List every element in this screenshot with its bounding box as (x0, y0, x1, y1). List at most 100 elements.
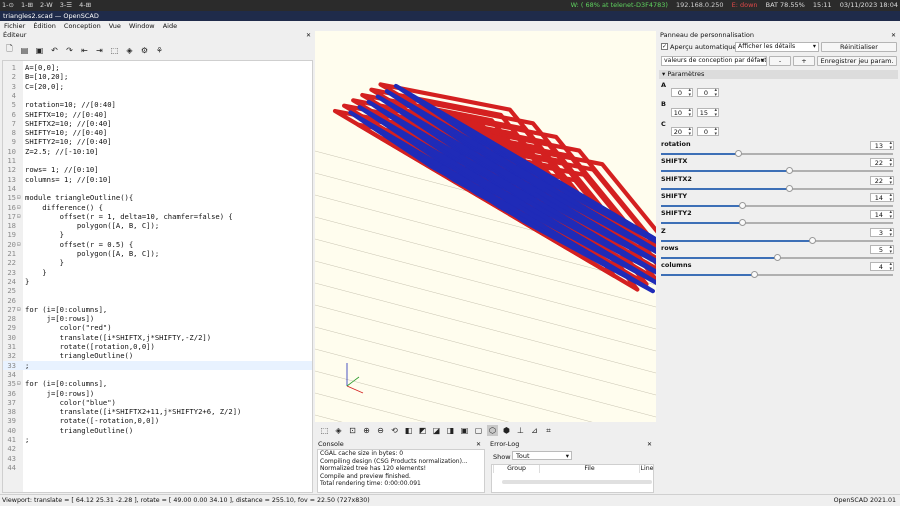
code-line[interactable]: 35 ⊟ for (i=[0:columns], (3, 379, 312, 388)
code-line[interactable]: 15 ⊟ module triangleOutline(){ (3, 193, 312, 202)
fold-toggle-icon[interactable]: ⊟ (17, 379, 23, 388)
code-line[interactable]: 26 (3, 296, 312, 305)
code-line[interactable]: 8 SHIFTY=10; //[0:40] (3, 128, 312, 137)
param-shiftx2-slider[interactable] (661, 184, 893, 192)
param-shifty-slider[interactable] (661, 201, 893, 209)
menu-vue[interactable]: Vue (109, 22, 121, 30)
new-file-icon[interactable]: 🗋 (4, 44, 15, 56)
render-cube-icon[interactable]: ◈ (333, 425, 344, 436)
param-z-spinbox[interactable]: 3 ▴ ▾ (870, 227, 894, 237)
code-line[interactable]: 43 (3, 454, 312, 463)
remove-preset-button[interactable]: - (769, 56, 791, 66)
param-c-y-spinbox[interactable]: 0 ▴ ▾ (697, 127, 719, 137)
param-rows-spinbox[interactable]: 5 ▴ ▾ (870, 244, 894, 254)
code-line[interactable]: 18 polygon([A, B, C]); (3, 221, 312, 230)
save-preset-button[interactable]: Enregistrer jeu param. (817, 56, 897, 66)
code-line[interactable]: 1 A=[0,0]; (3, 63, 312, 72)
code-line[interactable]: 30 translate([i*SHIFTX,j*SHIFTY,-Z/2]) (3, 333, 312, 342)
param-b-x-spinbox[interactable]: 10 ▴ ▾ (671, 108, 693, 118)
code-line[interactable]: 23 } (3, 268, 312, 277)
orthographic-icon[interactable]: ⬢ (501, 425, 512, 436)
code-editor[interactable]: 1 A=[0,0]; 2 B=[10,20]; 3 C=[20,0]; 4 5 rotation… (2, 60, 313, 493)
fold-toggle-icon[interactable]: ⊟ (17, 305, 23, 314)
param-shifty2-slider[interactable] (661, 219, 893, 227)
3d-viewport[interactable] (315, 31, 656, 422)
code-line[interactable]: 13 columns= 1; //[0:10] (3, 175, 312, 184)
param-z-slider[interactable] (661, 236, 893, 244)
view-right-icon[interactable]: ◧ (403, 425, 414, 436)
workspace-5[interactable]: 4-⊞ (79, 1, 91, 9)
code-line[interactable]: 44 (3, 463, 312, 472)
render-icon[interactable]: ◈ (124, 45, 135, 56)
param-columns-spinbox[interactable]: 4 ▴ ▾ (870, 262, 894, 272)
fold-toggle-icon[interactable]: ⊟ (17, 193, 23, 202)
open-file-icon[interactable]: ▤ (19, 45, 30, 56)
column-header-group[interactable]: Group (494, 465, 540, 473)
slider-handle[interactable] (750, 271, 758, 279)
zoom-out-icon[interactable]: ⊖ (375, 425, 386, 436)
menu-fichier[interactable]: Fichier (4, 22, 25, 30)
param-shifty-spinbox[interactable]: 14 ▴ ▾ (870, 192, 894, 202)
code-line[interactable]: 24} (3, 277, 312, 286)
code-line[interactable]: 21 polygon([A, B, C]); (3, 249, 312, 258)
show-edges-icon[interactable]: ⌗ (543, 425, 554, 436)
slider-handle[interactable] (785, 167, 793, 175)
code-line[interactable]: 10 Z=2.5; //[-10:10] (3, 147, 312, 156)
reset-view-icon[interactable]: ⟲ (389, 425, 400, 436)
horizontal-scrollbar[interactable] (502, 480, 652, 484)
code-line[interactable]: 42 (3, 444, 312, 453)
slider-handle[interactable] (774, 253, 781, 261)
menu-aide[interactable]: Aide (163, 22, 177, 30)
code-line[interactable]: 6 SHIFTX=10; //[0:40] (3, 110, 312, 119)
view-left-icon[interactable]: ◨ (445, 425, 456, 436)
view-bottom-icon[interactable]: ◪ (431, 425, 442, 436)
slider-handle[interactable] (808, 236, 816, 244)
param-shifty2-spinbox[interactable]: 14 ▴ ▾ (870, 210, 894, 220)
close-icon[interactable]: ✕ (891, 31, 896, 40)
code-line[interactable]: 28 j=[0:rows]) (3, 314, 312, 323)
code-line[interactable]: 39 rotate([-rotation,0,0]) (3, 416, 312, 425)
code-line[interactable]: 12 rows= 1; //[0:10] (3, 165, 312, 174)
param-a-y-spinbox[interactable]: 0 ▴ ▾ (697, 88, 719, 98)
param-shiftx-slider[interactable] (661, 167, 893, 175)
error-filter-select[interactable]: Tout ▾ (512, 451, 572, 460)
code-line[interactable]: 16 ⊟ difference() { (3, 203, 312, 212)
param-shiftx-spinbox[interactable]: 22 ▴ ▾ (870, 158, 894, 168)
code-line[interactable]: 17 ⊟ offset(r = 1, delta=10, chamfer=fals… (3, 212, 312, 221)
zoom-in-icon[interactable]: ⊕ (361, 425, 372, 436)
workspace-3[interactable]: 2-W (40, 1, 53, 9)
slider-handle[interactable] (739, 219, 747, 227)
show-scale-icon[interactable]: ⊿ (529, 425, 540, 436)
code-line[interactable]: 41; (3, 435, 312, 444)
view-all-icon[interactable]: ⊡ (347, 425, 358, 436)
param-rows-slider[interactable] (661, 253, 893, 261)
param-b-y-spinbox[interactable]: 15 ▴ ▾ (697, 108, 719, 118)
fold-toggle-icon[interactable]: ⊟ (17, 203, 23, 212)
view-top-icon[interactable]: ◩ (417, 425, 428, 436)
add-preset-button[interactable]: + (793, 56, 815, 66)
workspace-4[interactable]: 3-☰ (60, 1, 72, 9)
column-header-line[interactable]: Line (640, 465, 654, 473)
close-icon[interactable]: ✕ (306, 31, 311, 40)
param-rotation-spinbox[interactable]: 13 ▴ ▾ (870, 141, 894, 151)
save-file-icon[interactable]: ▣ (34, 45, 45, 56)
view-front-icon[interactable]: ▣ (459, 425, 470, 436)
code-line[interactable]: 11 (3, 156, 312, 165)
preview-cube-icon[interactable]: ⬚ (319, 425, 330, 436)
code-line[interactable]: 29 color("red") (3, 323, 312, 332)
view-back-icon[interactable]: ▢ (473, 425, 484, 436)
indent-icon[interactable]: ⇥ (94, 45, 105, 56)
code-line[interactable]: 19 } (3, 230, 312, 239)
menu-window[interactable]: Window (129, 22, 155, 30)
param-a-x-spinbox[interactable]: 0 ▴ ▾ (671, 88, 693, 98)
menu-edition[interactable]: Édition (33, 22, 56, 30)
code-line[interactable]: 2 B=[10,20]; (3, 72, 312, 81)
code-line[interactable]: 32 triangleOutline() (3, 351, 312, 360)
code-line[interactable]: 25 (3, 286, 312, 295)
slider-handle[interactable] (785, 184, 793, 192)
preview-icon[interactable]: ⬚ (109, 45, 120, 56)
preset-select[interactable]: valeurs de conception par défaut ▾ (661, 56, 767, 66)
unindent-icon[interactable]: ⇤ (79, 45, 90, 56)
undo-icon[interactable]: ↶ (49, 45, 60, 56)
code-line[interactable]: 5 rotation=10; //[0:40] (3, 100, 312, 109)
